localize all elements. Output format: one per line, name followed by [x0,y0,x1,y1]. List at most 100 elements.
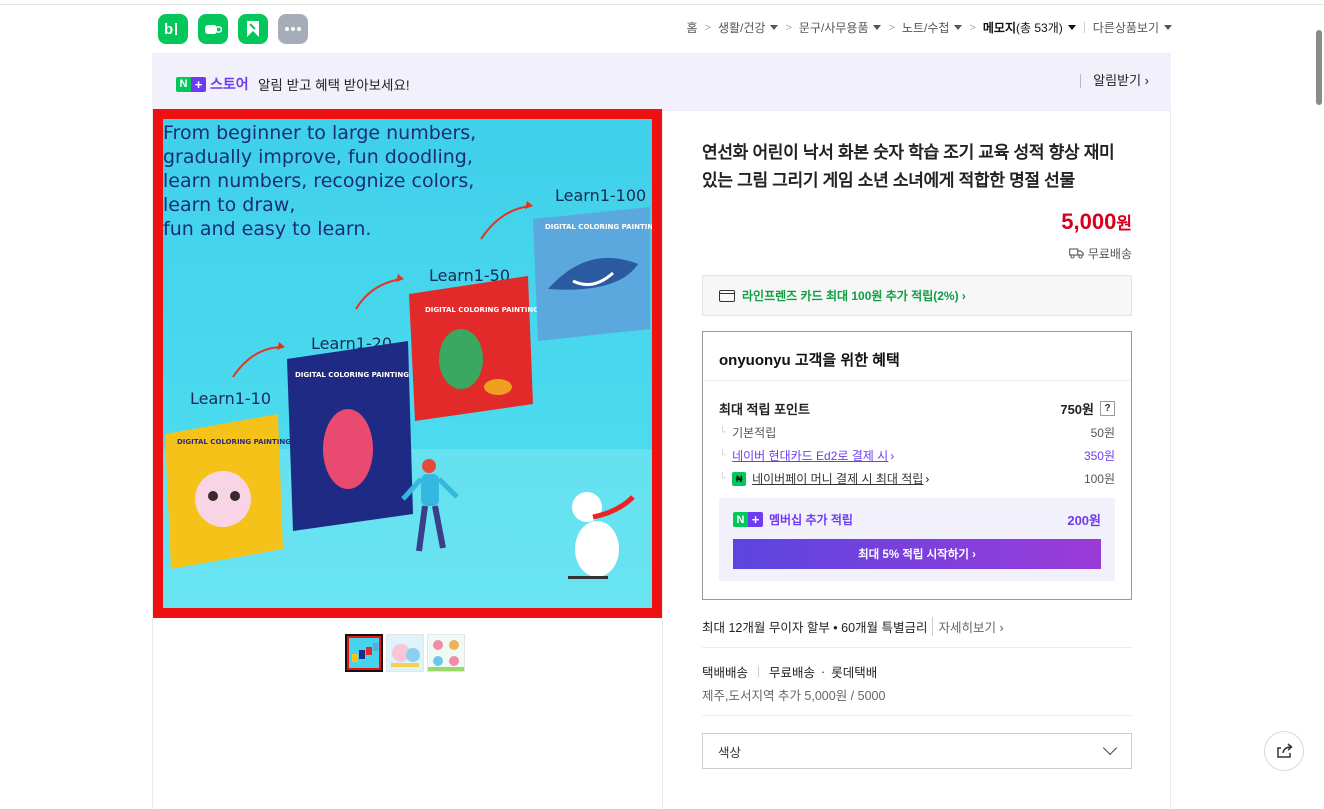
breadcrumb-item-label: 생활/건강 [717,21,766,35]
app-icon-bar: b [158,14,308,44]
membership-title: N + 멤버십 추가 적립 [733,511,853,528]
other-products-label: 다른상품보기 [1092,21,1159,35]
thumbnail-1[interactable] [345,634,383,672]
credit-card-icon [719,289,735,302]
divider [702,647,1132,648]
start-membership-button[interactable]: 최대 5% 적립 시작하기 › [733,539,1101,569]
headline-line: gradually improve, fun doodling, [163,146,473,168]
divider [703,380,1131,381]
store-label: 스토어 [210,76,249,92]
plus-icon: + [191,76,206,92]
svg-text:b: b [164,21,173,38]
cafe-icon[interactable] [198,14,228,44]
shipping-label: 무료배송 [1087,247,1132,261]
delivery-fee: 무료배송 [769,666,816,680]
naver-plus-store-logo: N + 스토어 [176,74,249,94]
dot-separator: · [821,664,826,679]
installment-details-link[interactable]: 자세히보기 › [931,617,1004,636]
headline-line: fun and easy to learn. [163,218,371,240]
more-icon[interactable] [278,14,308,44]
caret-down-icon [954,25,963,30]
points-row: └ 기본적립 50원 [719,424,1115,441]
product-image-area: From beginner to large numbers, graduall… [152,109,663,809]
breadcrumb-current-label: 메모지 [982,21,1016,35]
naver-pay-link[interactable]: 네이버페이 머니 결제 시 최대 적립 [752,470,923,487]
points-row-label: 기본적립 [732,426,777,440]
chevron-right-icon: › [925,471,930,486]
step-label: Learn1-100 [555,186,646,205]
caret-down-icon [1067,25,1076,30]
truck-icon [1068,248,1084,259]
membership-value: 200원 [1067,513,1101,528]
book-cover: DIGITAL COLORING PAINTING [165,414,291,569]
caret-down-icon [873,25,882,30]
breadcrumb: 홈 > 생활/건강 > 문구/사무용품 > 노트/수첩 > 메모지 (총 53개)… [686,19,1172,36]
option-label: 색상 [718,745,742,760]
points-row-value: 50원 [1090,426,1115,440]
blog-icon[interactable]: b [158,14,188,44]
caret-down-icon [1164,25,1172,30]
indent-icon: └ [719,473,727,484]
benefits-title: onyuonyu 고객을 위한 혜택 [719,352,900,369]
alarm-button[interactable]: 알림받기 › [1080,74,1149,88]
breadcrumb-item[interactable]: 노트/수첩 [902,19,963,36]
delivery-type: 택배배송 [702,666,749,680]
breadcrumb-current[interactable]: 메모지 (총 53개) [983,19,1076,36]
max-points-label: 최대 적립 포인트 [719,402,810,417]
thumbnail-strip [345,634,465,672]
max-points-row: 최대 적립 포인트 750원? [719,399,1115,418]
delivery-info: 택배배송 무료배송 · 롯데택배 [702,662,877,681]
chevron-down-icon [1102,740,1118,756]
share-icon [1277,743,1293,758]
other-products-button[interactable]: 다른상품보기 [1093,19,1172,36]
top-divider [0,4,1324,5]
installment-text: 최대 12개월 무이자 할부 • 60개월 특별금리 [702,621,928,635]
membership-box: N + 멤버십 추가 적립 200원 최대 5% 적립 시작하기 › [719,498,1115,581]
help-icon[interactable]: ? [1100,401,1115,416]
naver-pay-icon: ₦ [732,471,747,486]
step-label: Learn1-10 [190,389,271,408]
breadcrumb-separator: > [888,21,895,34]
scrollbar-thumb[interactable] [1316,30,1322,105]
delivery-carrier: 롯데택배 [831,666,878,680]
indent-icon: └ [719,427,727,438]
book-cover: DIGITAL COLORING PAINTING [409,276,539,421]
notification-banner: N + 스토어 알림 받고 혜택 받아보세요! 알림받기 › [152,53,1171,111]
points-row-value: 350원 [1083,449,1115,463]
card-promo-text: 라인프렌즈 카드 최대 100원 추가 적립(2%) › [742,289,966,303]
headline-line: From beginner to large numbers, [163,122,476,144]
breadcrumb-divider [1083,22,1085,33]
breadcrumb-item[interactable]: 생활/건강 [718,19,779,36]
thumbnail-3[interactable] [427,634,465,672]
membership-label: 멤버십 추가 적립 [769,513,853,527]
points-row-value: 100원 [1083,472,1115,486]
divider [758,666,760,677]
max-points-value: 750원 [1060,402,1094,417]
naver-n-icon: N [176,76,191,92]
thumbnail-2[interactable] [386,634,424,672]
caret-down-icon [770,25,779,30]
chevron-right-icon: › [890,448,895,463]
breadcrumb-home[interactable]: 홈 [686,19,697,36]
delivery-extra-fee: 제주,도서지역 추가 5,000원 / 5000 [702,689,886,703]
breadcrumb-item[interactable]: 문구/사무용품 [799,19,882,36]
points-row: └ 네이버 현대카드 Ed2로 결제 시 › 350원 [719,447,1115,464]
bookmark-icon[interactable] [238,14,268,44]
content-border [1170,109,1171,809]
points-row: └ ₦ 네이버페이 머니 결제 시 최대 적립 › 100원 [719,470,1115,487]
book-title: DIGITAL COLORING PAINTING [545,223,652,231]
share-button[interactable] [1264,731,1304,771]
product-price: 5,000원 [1061,209,1132,235]
book-title: DIGITAL COLORING PAINTING [425,306,539,314]
price-unit: 원 [1116,214,1132,233]
card-promo-banner[interactable]: 라인프렌즈 카드 최대 100원 추가 적립(2%) › [702,275,1132,316]
product-title: 연선화 어린이 낙서 화본 숫자 학습 조기 교육 성적 향상 재미있는 그림 … [702,143,1115,190]
color-option-select[interactable]: 색상 [702,733,1132,769]
shipping-info: 무료배송 [1068,245,1132,262]
hyundai-card-link[interactable]: 네이버 현대카드 Ed2로 결제 시 [732,447,888,464]
breadcrumb-item-label: 문구/사무용품 [798,21,869,35]
divider [702,715,1132,716]
book-title: DIGITAL COLORING PAINTING [295,371,409,379]
main-product-image[interactable]: From beginner to large numbers, graduall… [153,109,662,618]
book-title: DIGITAL COLORING PAINTING [177,438,291,446]
